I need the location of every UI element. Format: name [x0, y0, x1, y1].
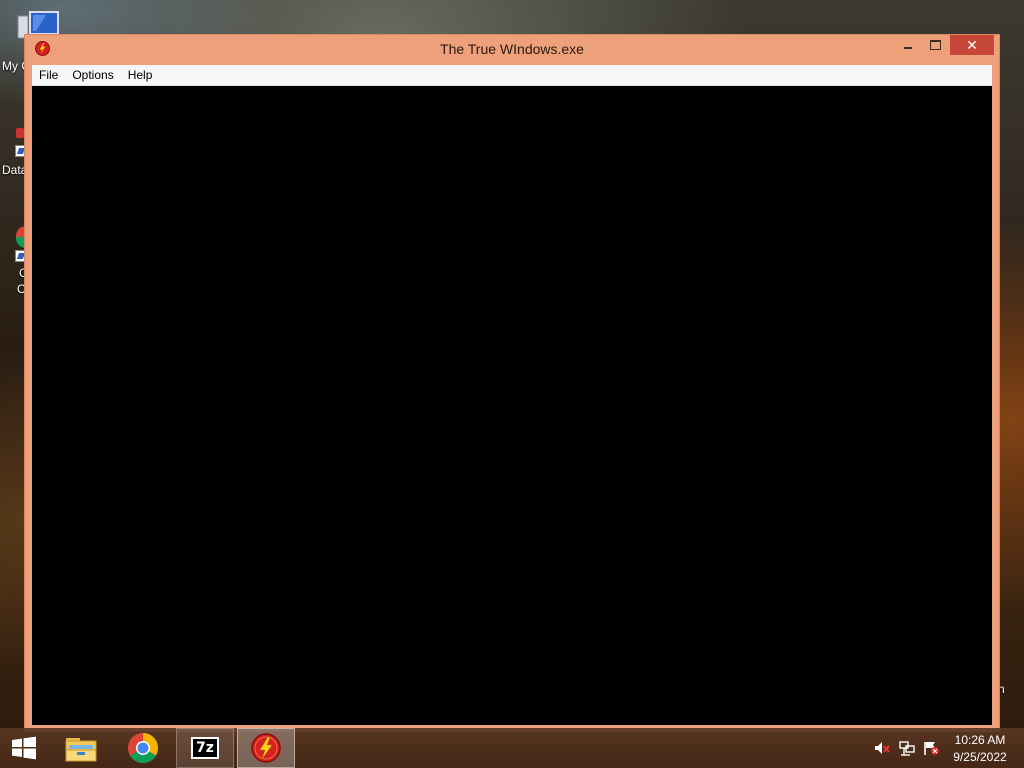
menu-help[interactable]: Help — [121, 65, 160, 85]
volume-muted-icon[interactable] — [873, 740, 891, 756]
start-button[interactable] — [0, 728, 48, 768]
red-icon-fragment — [16, 128, 24, 138]
menu-bar: File Options Help — [32, 65, 992, 86]
windows-logo-icon — [12, 736, 36, 760]
close-icon: ✕ — [966, 36, 978, 53]
taskbar: 7z — [0, 728, 1024, 768]
close-button[interactable]: ✕ — [950, 35, 994, 55]
7zip-label: 7z — [196, 740, 214, 756]
title-bar[interactable]: The True WIndows.exe ✕ — [25, 35, 999, 65]
minimize-button[interactable] — [895, 35, 921, 55]
7zip-button[interactable]: 7z — [176, 728, 234, 768]
app-window: The True WIndows.exe ✕ File Options Help — [24, 34, 1000, 732]
clock-time: 10:26 AM — [954, 733, 1006, 747]
chrome-button[interactable] — [118, 728, 168, 768]
maximize-icon — [929, 40, 941, 50]
chrome-icon — [127, 733, 159, 764]
file-explorer-button[interactable] — [56, 728, 106, 768]
client-area[interactable] — [32, 86, 992, 725]
app-lightning-icon — [251, 733, 281, 763]
clock-date: 9/25/2022 — [953, 750, 1007, 764]
menu-options[interactable]: Options — [65, 65, 120, 85]
action-center-flag-icon[interactable] — [922, 740, 940, 756]
network-icon[interactable] — [898, 740, 916, 756]
desktop: My C Data G C n The True WIndows.exe — [0, 0, 1024, 768]
true-windows-taskbar-button[interactable] — [237, 728, 295, 768]
window-title: The True WIndows.exe — [440, 41, 584, 57]
folder-icon — [65, 738, 97, 762]
minimize-icon — [904, 47, 912, 49]
taskbar-clock[interactable]: 10:26 AM 9/25/2022 — [944, 732, 1016, 766]
maximize-button[interactable] — [922, 35, 948, 55]
7zip-icon: 7z — [191, 737, 219, 759]
menu-file[interactable]: File — [32, 65, 65, 85]
